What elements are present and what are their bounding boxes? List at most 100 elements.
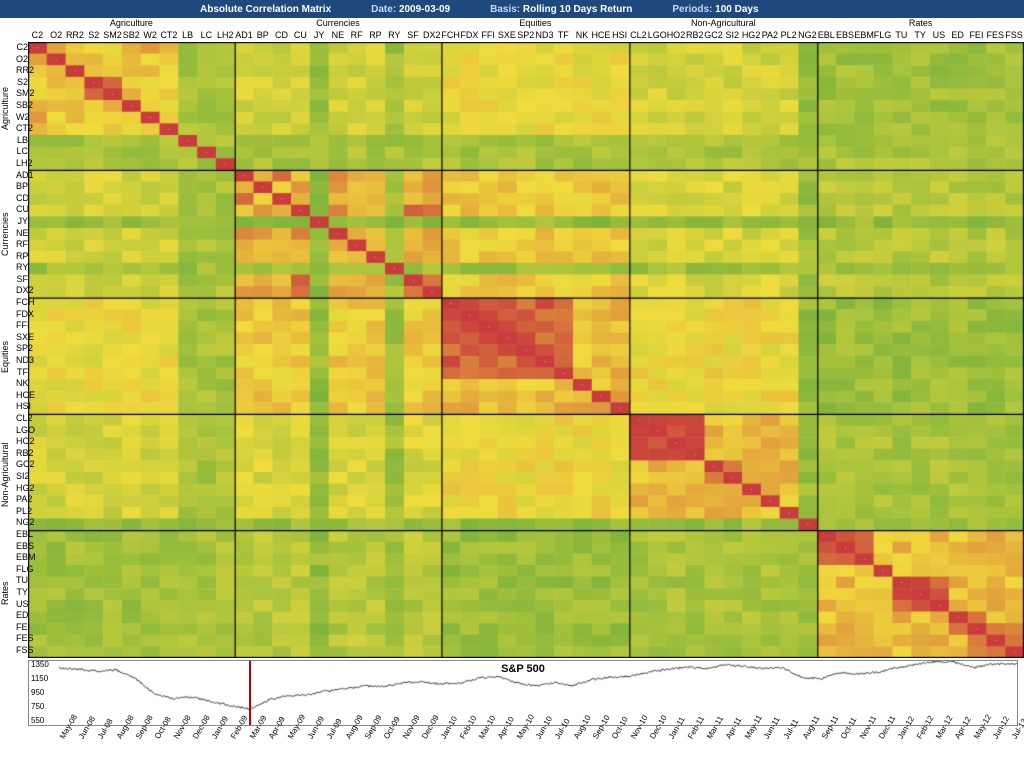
col-RR2: RR2 [66,30,85,42]
col-JY: JY [310,30,329,42]
row-US: US [16,599,28,611]
col-PA2: PA2 [760,30,779,42]
row-LC: LC [16,146,28,158]
column-ticker-labels: C2O2RR2S2SM2SB2W2CT2LBLCLH2AD1BPCDCUJYNE… [28,30,1024,42]
col-CL2: CL2 [629,30,648,42]
row-group-currencies: Currencies [0,212,10,256]
col-BP: BP [253,30,272,42]
row-NG2: NG2 [16,517,28,529]
column-group-rates: Rates [881,18,961,28]
sp500-date-marker [249,661,251,725]
sp500-x-ticks: May-08Jun-08Jul-08Aug-08Sep-08Oct-08Nov-… [28,726,1018,754]
basis-label: Basis: [490,4,520,15]
row-group-non-agricultural: Non-Agricultural [0,443,10,508]
col-FSS: FSS [1005,30,1024,42]
col-CT2: CT2 [159,30,178,42]
col-SI2: SI2 [723,30,742,42]
row-HG2: HG2 [16,483,28,495]
row-CU: CU [16,204,28,216]
row-SI2: SI2 [16,471,28,483]
row-group-equities: Equities [0,341,10,373]
col-FES: FES [986,30,1005,42]
row-FLG: FLG [16,564,28,576]
row-O2: O2 [16,54,28,66]
row-JY: JY [16,216,28,228]
col-SP2: SP2 [516,30,535,42]
col-DX2: DX2 [422,30,441,42]
row-SM2: SM2 [16,88,28,100]
row-FDX: FDX [16,309,28,321]
row-FSS: FSS [16,645,28,657]
row-SXE: SXE [16,332,28,344]
row-PL2: PL2 [16,506,28,518]
col-SXE: SXE [498,30,517,42]
column-group-non-agricultural: Non-Agricultural [683,18,763,28]
row-BP: BP [16,181,28,193]
date-seg: Date: 2009-03-09 [371,4,450,15]
matrix-body: Agriculture Currencies Equities Non-Agricul… [0,42,1024,658]
col-CU: CU [291,30,310,42]
col-RP: RP [366,30,385,42]
row-LH2: LH2 [16,158,28,170]
sp500-ytick: 1150 [31,674,48,683]
row-ED: ED [16,610,28,622]
column-group-labels: AgricultureCurrenciesEquitiesNon-Agricul… [0,18,1024,30]
col-FEI: FEI [967,30,986,42]
row-NK: NK [16,378,28,390]
sp500-title: S&P 500 [501,663,545,675]
row-AD1: AD1 [16,170,28,182]
row-CT2: CT2 [16,123,28,135]
row-GC2: GC2 [16,459,28,471]
row-NE: NE [16,228,28,240]
row-group-agriculture: Agriculture [0,87,10,130]
row-ND3: ND3 [16,355,28,367]
row-TF: TF [16,367,28,379]
col-FLG: FLG [873,30,892,42]
row-SP2: SP2 [16,343,28,355]
col-ED: ED [948,30,967,42]
correlation-heatmap [28,42,1024,658]
row-DX2: DX2 [16,285,28,297]
col-S2: S2 [84,30,103,42]
col-LB: LB [178,30,197,42]
col-EBS: EBS [836,30,855,42]
col-TY: TY [911,30,930,42]
col-SB2: SB2 [122,30,141,42]
column-group-currencies: Currencies [298,18,378,28]
row-EBS: EBS [16,541,28,553]
row-C2: C2 [16,42,28,54]
row-LGO: LGO [16,425,28,437]
col-RB2: RB2 [685,30,704,42]
row-FES: FES [16,633,28,645]
col-SF: SF [404,30,423,42]
row-FFI: FFI [16,320,28,332]
periods-label: Periods: [672,4,712,15]
col-RF: RF [347,30,366,42]
col-W2: W2 [141,30,160,42]
basis-seg: Basis: Rolling 10 Days Return [490,4,632,15]
row-LB: LB [16,135,28,147]
app-root: Absolute Correlation Matrix Date: 2009-0… [0,0,1024,766]
date-value: 2009-03-09 [399,4,450,15]
col-HO2: HO2 [667,30,686,42]
row-TY: TY [16,587,28,599]
sp500-ytick: 750 [31,702,44,711]
row-TU: TU [16,575,28,587]
row-HSI: HSI [16,401,28,413]
col-AD1: AD1 [235,30,254,42]
periods-value: 100 Days [715,4,758,15]
col-TU: TU [892,30,911,42]
row-HCE: HCE [16,390,28,402]
basis-value: Rolling 10 Days Return [523,4,632,15]
col-EBL: EBL [817,30,836,42]
row-CD: CD [16,193,28,205]
row-ticker-labels: C2O2RR2S2SM2SB2W2CT2LBLCLH2AD1BPCDCUJYNE… [16,42,28,658]
sp500-ytick: 550 [31,716,44,725]
row-FEI: FEI [16,622,28,634]
col-HSI: HSI [610,30,629,42]
row-FCH: FCH [16,297,28,309]
row-S2: S2 [16,77,28,89]
header-bar: Absolute Correlation Matrix Date: 2009-0… [0,0,1024,18]
row-CL2: CL2 [16,413,28,425]
row-group-rates: Rates [0,582,10,606]
